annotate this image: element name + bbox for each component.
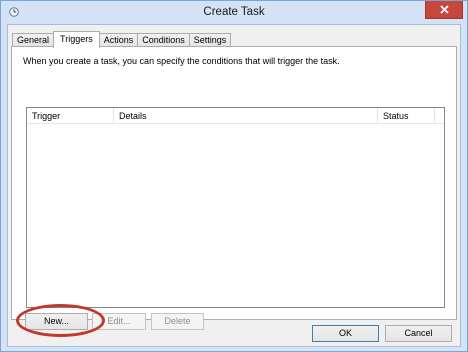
triggers-list[interactable]: Trigger Details Status: [26, 107, 445, 308]
close-button[interactable]: [425, 1, 463, 19]
cancel-button[interactable]: Cancel: [385, 325, 452, 342]
tab-general[interactable]: General: [12, 33, 55, 47]
tab-strip: General Triggers Actions Conditions Sett…: [12, 31, 232, 48]
tab-settings[interactable]: Settings: [188, 33, 232, 47]
triggers-description: When you create a task, you can specify …: [23, 56, 340, 66]
tab-conditions[interactable]: Conditions: [137, 33, 190, 47]
delete-trigger-button[interactable]: Delete: [151, 313, 204, 330]
tab-triggers[interactable]: Triggers: [53, 31, 100, 48]
triggers-list-header: Trigger Details Status: [27, 108, 444, 124]
ok-button[interactable]: OK: [312, 325, 379, 342]
triggers-panel: When you create a task, you can specify …: [11, 46, 457, 337]
create-task-window: Create Task General Triggers Actions Con…: [0, 0, 468, 352]
close-icon: [439, 5, 449, 14]
edit-trigger-button[interactable]: Edit...: [92, 313, 146, 330]
dialog-client-area: General Triggers Actions Conditions Sett…: [7, 24, 461, 347]
column-header-status[interactable]: Status: [378, 108, 435, 124]
tab-actions[interactable]: Actions: [98, 33, 139, 47]
new-trigger-button[interactable]: New...: [25, 313, 88, 330]
column-header-details[interactable]: Details: [114, 108, 378, 124]
window-title: Create Task: [203, 6, 265, 18]
title-bar[interactable]: Create Task: [1, 1, 467, 24]
column-header-trigger[interactable]: Trigger: [27, 108, 114, 124]
